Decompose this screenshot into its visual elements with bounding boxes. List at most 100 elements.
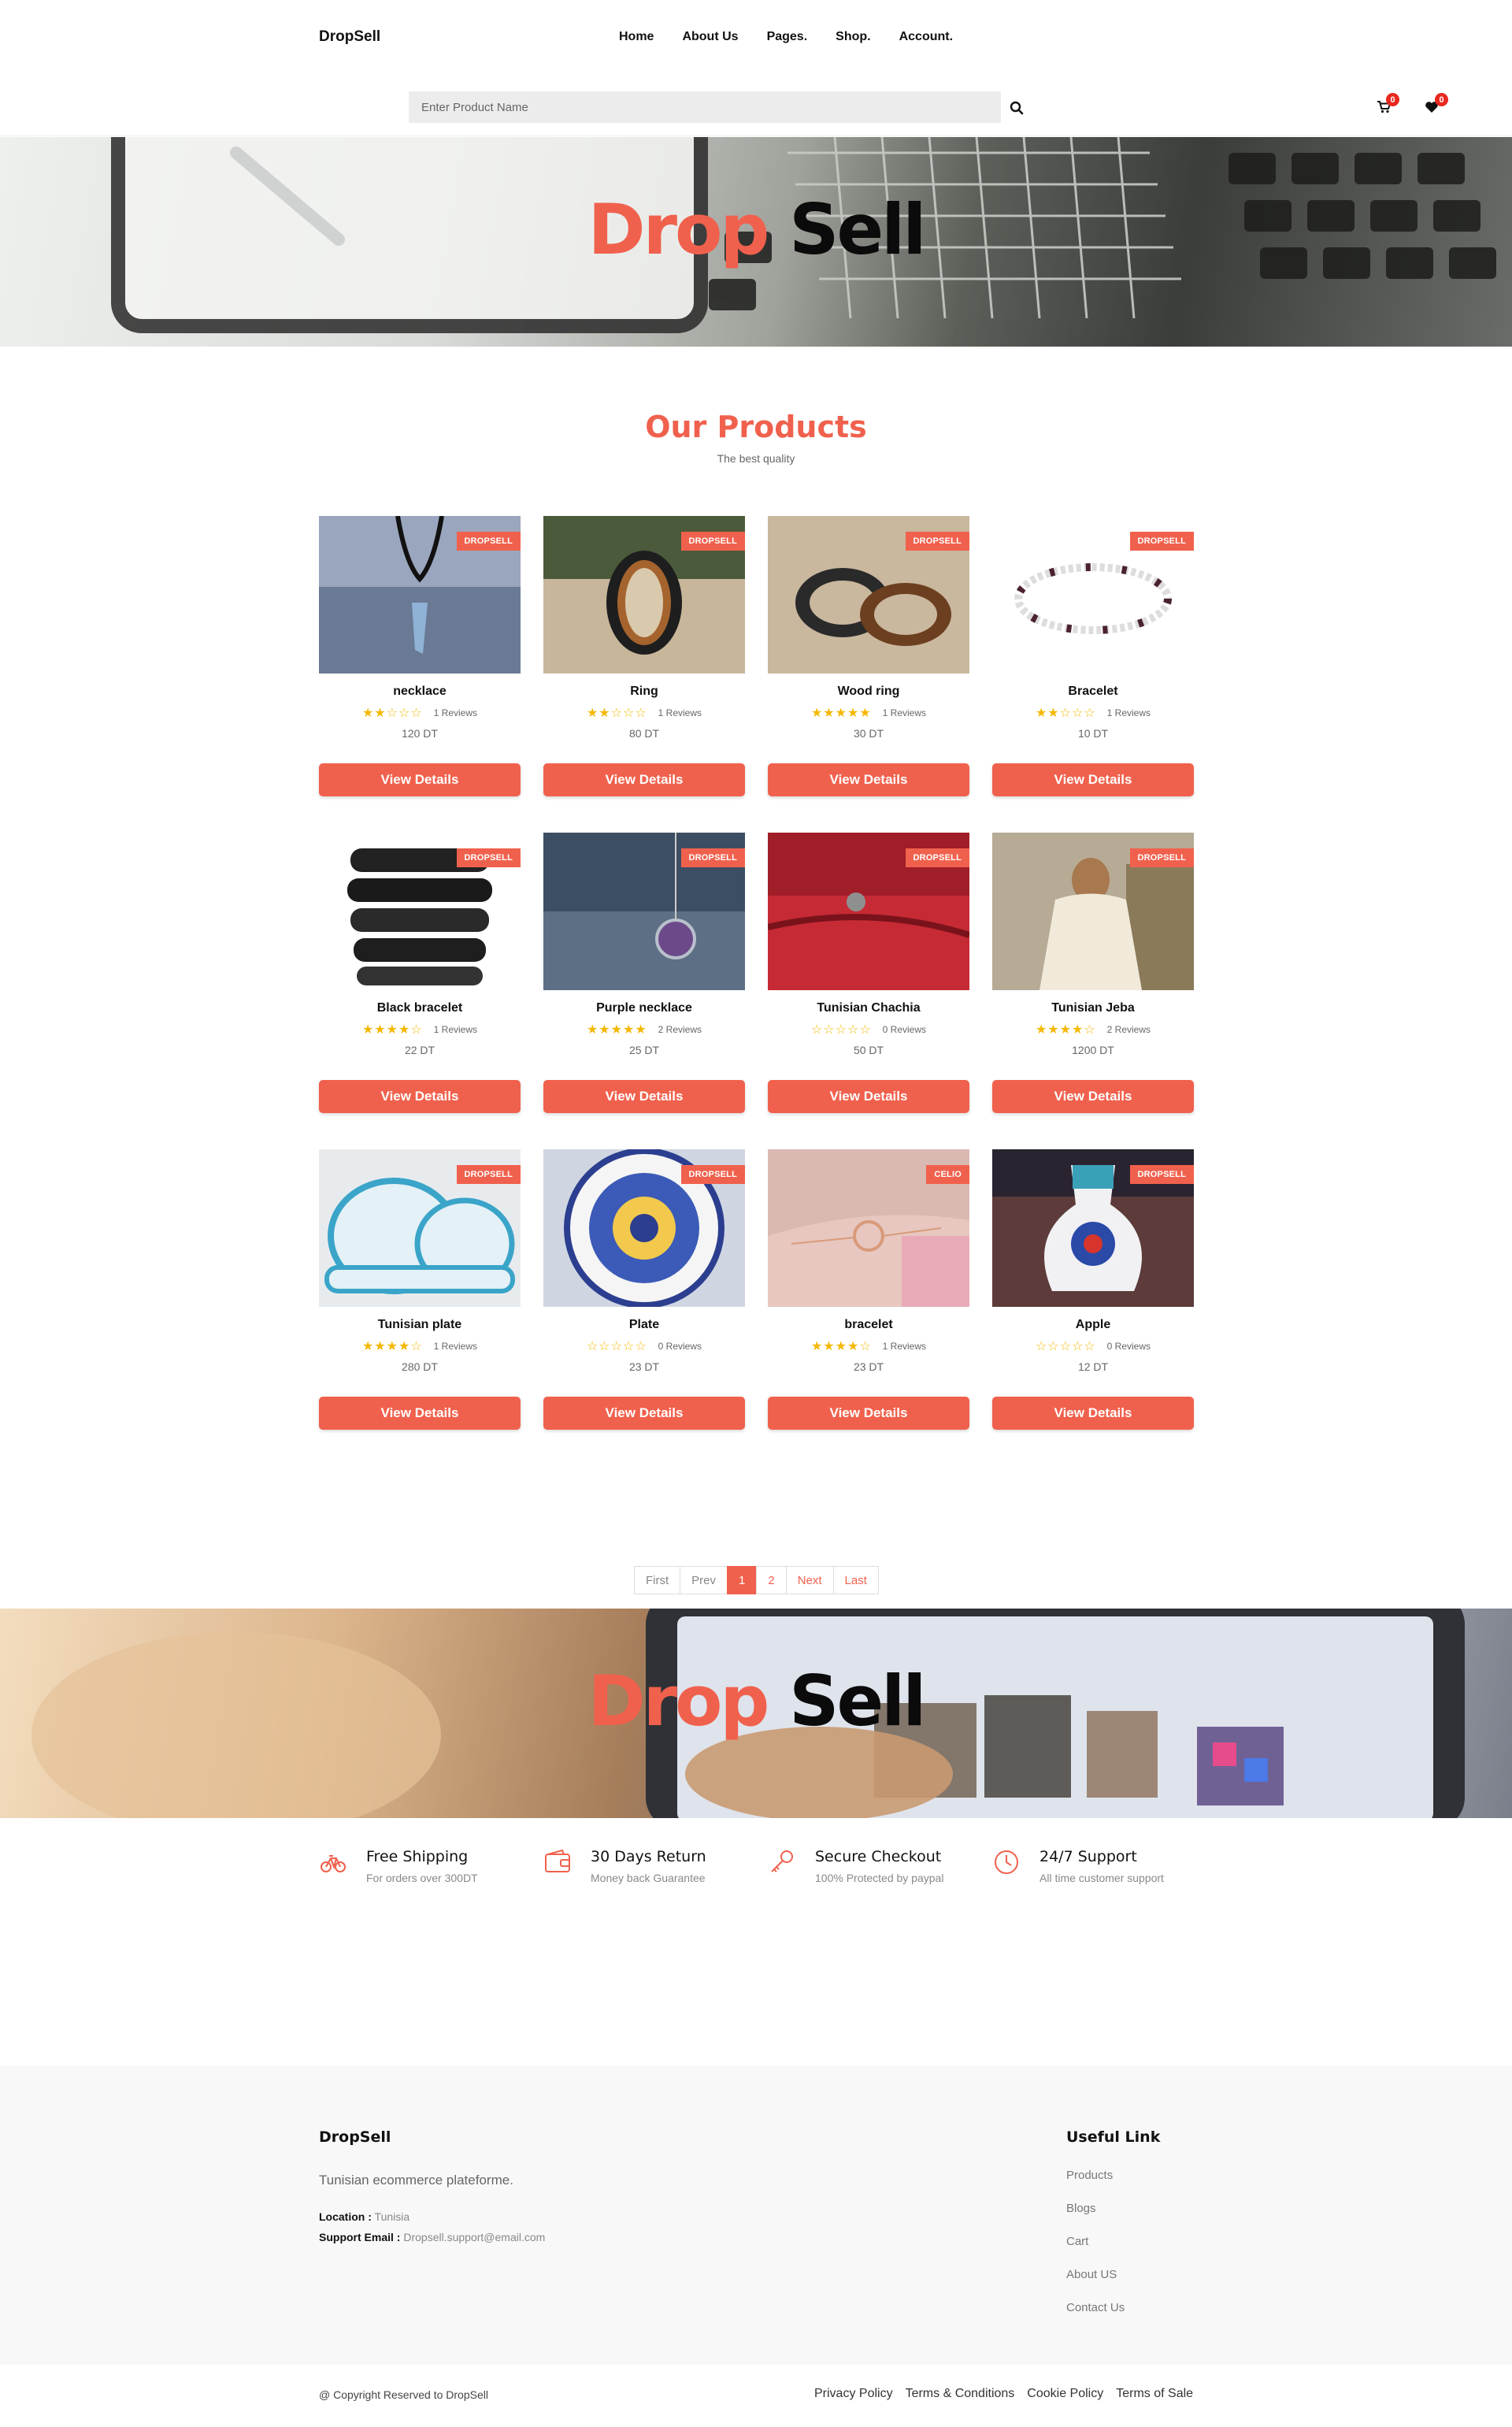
- product-card[interactable]: DROPSELL Apple ☆☆☆☆☆ 0 Reviews 12 DT View Det…: [992, 1149, 1194, 1433]
- review-count: 1 Reviews: [433, 1024, 478, 1035]
- product-card[interactable]: DROPSELL Ring ★★☆☆☆ 1 Reviews 80 DT View Deta…: [543, 516, 745, 800]
- location-label: Location :: [319, 2210, 372, 2223]
- product-name[interactable]: Black bracelet: [319, 1001, 521, 1015]
- product-rating: ☆☆☆☆☆ 0 Reviews: [992, 1338, 1194, 1354]
- footer-link-blogs[interactable]: Blogs: [1066, 2201, 1125, 2217]
- product-rating: ☆☆☆☆☆ 0 Reviews: [543, 1338, 745, 1354]
- brand-tag: DROPSELL: [456, 532, 521, 551]
- nav-shop[interactable]: Shop.: [836, 30, 870, 44]
- feature-free-shipping: Free Shipping For orders over 300DT: [319, 1848, 539, 1895]
- view-details-button[interactable]: View Details: [543, 763, 745, 796]
- page-next[interactable]: Next: [785, 1566, 834, 1594]
- product-name[interactable]: Purple necklace: [543, 1001, 745, 1015]
- privacy-policy-link[interactable]: Privacy Policy: [814, 2387, 893, 2401]
- bottom-bar: [0, 2365, 1512, 2427]
- brand-tag: DROPSELL: [905, 848, 969, 867]
- view-details-button[interactable]: View Details: [992, 1397, 1194, 1430]
- product-name[interactable]: Tunisian Jeba: [992, 1001, 1194, 1015]
- review-count: 0 Reviews: [658, 1341, 702, 1352]
- page-1[interactable]: 1: [727, 1566, 758, 1594]
- view-details-button[interactable]: View Details: [319, 1080, 521, 1113]
- product-card[interactable]: DROPSELL Plate ☆☆☆☆☆ 0 Reviews 23 DT View Det…: [543, 1149, 745, 1433]
- search-input[interactable]: [409, 91, 1001, 123]
- star-rating-icon: ★★☆☆☆: [586, 707, 647, 720]
- product-name[interactable]: Plate: [543, 1318, 745, 1332]
- footer-link-about[interactable]: About US: [1066, 2267, 1125, 2283]
- banner-title-drop: Drop: [587, 189, 770, 270]
- page-first[interactable]: First: [634, 1566, 681, 1594]
- brand-tag: DROPSELL: [680, 532, 745, 551]
- product-name[interactable]: Apple: [992, 1318, 1194, 1332]
- page-prev[interactable]: Prev: [680, 1566, 728, 1594]
- nav-about[interactable]: About Us: [682, 30, 738, 44]
- brand-tag: DROPSELL: [1129, 848, 1194, 867]
- site-logo[interactable]: DropSell: [319, 28, 380, 46]
- wishlist-count-badge: 0: [1435, 93, 1448, 106]
- product-rating: ★★★★★ 2 Reviews: [543, 1022, 745, 1037]
- product-name[interactable]: Wood ring: [768, 685, 969, 699]
- product-card[interactable]: DROPSELL Wood ring ★★★★★ 1 Reviews 30 DT View…: [768, 516, 969, 800]
- star-rating-icon: ★★★★☆: [361, 1023, 423, 1037]
- promo-banner: Drop Sell: [0, 1609, 1512, 1818]
- footer-logo[interactable]: DropSell: [319, 2128, 391, 2146]
- email-value: Dropsell.support@email.com: [403, 2231, 546, 2243]
- feature-secure-checkout: Secure Checkout 100% Protected by paypal: [768, 1848, 988, 1895]
- view-details-button[interactable]: View Details: [319, 1397, 521, 1430]
- view-details-button[interactable]: View Details: [768, 1397, 969, 1430]
- star-rating-icon: ★★★★☆: [810, 1340, 872, 1353]
- product-card[interactable]: DROPSELL necklace ★★☆☆☆ 1 Reviews 120 DT View…: [319, 516, 521, 800]
- pagination: First Prev 1 2 Next Last: [634, 1566, 879, 1594]
- feature-returns: 30 Days Return Money back Guarantee: [543, 1848, 764, 1895]
- product-name[interactable]: Ring: [543, 685, 745, 699]
- product-card[interactable]: DROPSELL Purple necklace ★★★★★ 2 Reviews 25 …: [543, 833, 745, 1116]
- header-divider: [0, 135, 1512, 136]
- footer-link-products[interactable]: Products: [1066, 2168, 1125, 2184]
- page-2[interactable]: 2: [756, 1566, 787, 1594]
- nav-pages[interactable]: Pages.: [767, 30, 808, 44]
- view-details-button[interactable]: View Details: [543, 1080, 745, 1113]
- nav-account[interactable]: Account.: [899, 30, 953, 44]
- footer-link-contact[interactable]: Contact Us: [1066, 2300, 1125, 2316]
- feature-title: Free Shipping: [366, 1848, 469, 1865]
- product-card[interactable]: DROPSELL Black bracelet ★★★★☆ 1 Reviews 22 D…: [319, 833, 521, 1116]
- product-card[interactable]: DROPSELL Tunisian plate ★★★★☆ 1 Reviews 280 …: [319, 1149, 521, 1433]
- cart-button[interactable]: 0: [1373, 93, 1399, 118]
- feature-support: 24/7 Support All time customer support: [992, 1848, 1213, 1895]
- view-details-button[interactable]: View Details: [319, 763, 521, 796]
- view-details-button[interactable]: View Details: [543, 1397, 745, 1430]
- review-count: 1 Reviews: [658, 707, 702, 718]
- product-name[interactable]: Bracelet: [992, 685, 1194, 699]
- product-card[interactable]: CELIO bracelet ★★★★☆ 1 Reviews 23 DT View Det…: [768, 1149, 969, 1433]
- product-name[interactable]: Tunisian plate: [319, 1318, 521, 1332]
- view-details-button[interactable]: View Details: [992, 1080, 1194, 1113]
- wishlist-button[interactable]: 0: [1422, 93, 1448, 118]
- view-details-button[interactable]: View Details: [768, 1080, 969, 1113]
- product-name[interactable]: necklace: [319, 685, 521, 699]
- product-card[interactable]: DROPSELL Bracelet ★★☆☆☆ 1 Reviews 10 DT View …: [992, 516, 1194, 800]
- product-card[interactable]: DROPSELL Tunisian Jeba ★★★★☆ 2 Reviews 1200 …: [992, 833, 1194, 1116]
- banner-title: Drop Sell: [0, 189, 1512, 270]
- product-name[interactable]: bracelet: [768, 1318, 969, 1332]
- feature-subtitle: All time customer support: [1040, 1872, 1164, 1884]
- view-details-button[interactable]: View Details: [992, 763, 1194, 796]
- page-last[interactable]: Last: [832, 1566, 879, 1594]
- product-price: 23 DT: [628, 1360, 660, 1373]
- footer-link-cart[interactable]: Cart: [1066, 2234, 1125, 2250]
- useful-links: Products Blogs Cart About US Contact Us: [1066, 2168, 1125, 2316]
- cookie-policy-link[interactable]: Cookie Policy: [1027, 2387, 1103, 2401]
- search-icon: [1010, 101, 1024, 115]
- product-price: 12 DT: [1077, 1360, 1109, 1373]
- search-button[interactable]: [1005, 96, 1028, 120]
- product-name[interactable]: Tunisian Chachia: [768, 1001, 969, 1015]
- terms-of-sale-link[interactable]: Terms of Sale: [1116, 2387, 1193, 2401]
- product-rating: ☆☆☆☆☆ 0 Reviews: [768, 1022, 969, 1037]
- star-rating-icon: ★★★★☆: [1035, 1023, 1096, 1037]
- view-details-button[interactable]: View Details: [768, 763, 969, 796]
- terms-conditions-link[interactable]: Terms & Conditions: [906, 2387, 1015, 2401]
- footer: [0, 2065, 1512, 2365]
- product-card[interactable]: DROPSELL Tunisian Chachia ☆☆☆☆☆ 0 Reviews 50…: [768, 833, 969, 1116]
- product-price: 23 DT: [853, 1360, 884, 1373]
- nav-home[interactable]: Home: [619, 30, 654, 44]
- banner-title-sell: Sell: [767, 189, 926, 270]
- product-price: 30 DT: [853, 727, 884, 740]
